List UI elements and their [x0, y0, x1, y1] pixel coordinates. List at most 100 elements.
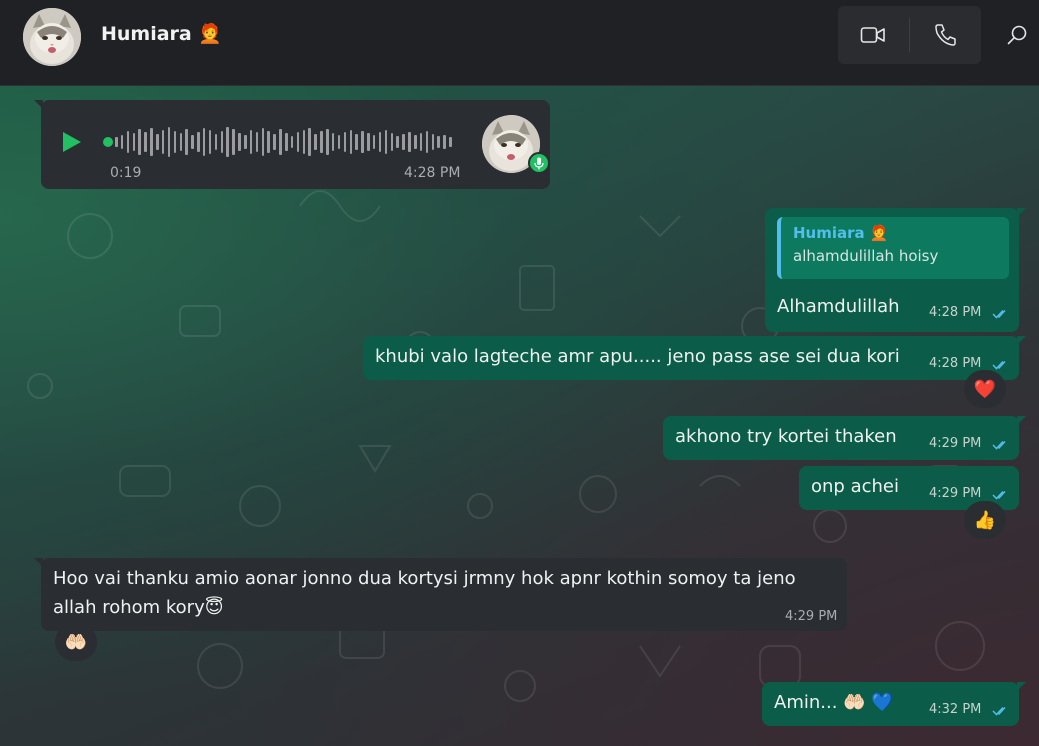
message-text: onp achei	[811, 476, 899, 497]
message-text: Alhamdulillah	[777, 296, 900, 317]
read-ticks-icon	[992, 490, 1006, 500]
waveform-bar	[279, 129, 282, 155]
waveform-bar	[138, 129, 141, 155]
voice-note-bubble[interactable]: 0:19 4:28 PM	[34, 100, 550, 189]
waveform-bar	[126, 131, 130, 153]
waveform-bar	[408, 132, 411, 152]
read-ticks-icon	[992, 440, 1006, 450]
waveform-bar	[144, 132, 147, 152]
waveform-bar	[238, 133, 241, 151]
quoted-message[interactable]: Humiara 🧑‍🦰 alhamdulillah hoisy	[777, 217, 1009, 279]
message-time: 4:28 PM	[929, 356, 982, 371]
waveform-bar	[384, 130, 388, 154]
contact-name[interactable]: Humiara 🧑‍🦰	[101, 22, 222, 45]
microphone-badge	[528, 152, 550, 174]
waveform-bar	[419, 133, 423, 151]
waveform-bar	[437, 136, 440, 148]
message-time: 4:29 PM	[929, 436, 982, 451]
waveform-bar	[314, 134, 317, 150]
message-bubble-outgoing[interactable]: akhono try kortei thaken 4:29 PM	[663, 416, 1026, 460]
contact-name-text: Humiara	[101, 23, 192, 45]
waveform-bar	[161, 130, 165, 154]
waveform-bar	[226, 127, 229, 157]
waveform-bar	[367, 133, 370, 151]
waveform-bar	[443, 135, 446, 149]
quoted-sender-name: Humiara	[793, 224, 865, 242]
message-text: akhono try kortei thaken	[675, 426, 897, 447]
voice-duration: 0:19	[110, 165, 142, 181]
quoted-sender-emoji: 🧑‍🦰	[869, 224, 889, 242]
chat-header: Humiara 🧑‍🦰	[0, 0, 1039, 86]
waveform-bar	[173, 131, 177, 153]
waveform-bar	[202, 128, 206, 156]
message-time: 4:29 PM	[785, 609, 838, 624]
message-text-line2: allah rohom kory😇	[53, 597, 224, 618]
waveform-bar	[285, 133, 288, 151]
voice-call-button[interactable]	[910, 6, 980, 64]
play-icon	[63, 132, 81, 152]
waveform-bar	[449, 137, 452, 147]
search-icon	[1007, 25, 1027, 45]
waveform-bar	[290, 136, 294, 148]
message-time: 4:28 PM	[929, 305, 982, 320]
waveform-bar	[326, 129, 329, 155]
voice-time: 4:28 PM	[404, 165, 461, 181]
message-bubble-incoming[interactable]: Hoo vai thanku amio aonar jonno dua kort…	[34, 558, 847, 631]
chat-area[interactable]: 0:19 4:28 PM	[0, 86, 1039, 746]
waveform-bar	[378, 132, 382, 152]
message-text: khubi valo lagteche amr apu..... jeno pa…	[375, 346, 900, 367]
read-ticks-icon	[992, 360, 1006, 370]
video-camera-icon	[860, 27, 885, 43]
waveform-bar	[308, 128, 311, 156]
waveform-bar	[179, 133, 182, 151]
video-call-button[interactable]	[838, 6, 908, 64]
reaction-badge[interactable]: 👍	[964, 501, 1006, 539]
waveform-bar	[132, 133, 136, 151]
waveform-bar	[355, 134, 358, 150]
waveform-bar	[396, 136, 399, 148]
message-text-line1: Hoo vai thanku amio aonar jonno dua kort…	[53, 568, 796, 589]
waveform-bar	[115, 137, 118, 147]
waveform-bar	[261, 128, 265, 156]
waveform-bar	[214, 134, 218, 150]
waveform-bar	[208, 130, 212, 154]
microphone-icon	[534, 157, 544, 169]
voice-waveform[interactable]	[115, 126, 455, 158]
waveform-bar	[273, 134, 276, 150]
read-ticks-icon	[992, 706, 1006, 716]
waveform-bar	[390, 133, 393, 151]
message-bubble-outgoing[interactable]: Amin... 🤲🏻 💙 4:32 PM	[762, 682, 1026, 726]
reaction-badge[interactable]: 🤲🏻	[55, 623, 97, 661]
waveform-bar	[302, 130, 306, 154]
waveform-bar	[337, 135, 341, 149]
waveform-bar	[255, 132, 259, 152]
read-ticks-icon	[992, 309, 1006, 319]
waveform-bar	[349, 130, 352, 154]
waveform-bar	[244, 135, 247, 149]
waveform-bar	[296, 132, 300, 152]
waveform-bar	[361, 131, 364, 153]
waveform-bar	[249, 130, 253, 154]
message-time: 4:29 PM	[929, 486, 982, 501]
voice-progress-dot[interactable]	[103, 137, 113, 147]
play-button[interactable]	[61, 130, 83, 158]
waveform-bar	[343, 132, 347, 152]
waveform-bar	[120, 135, 124, 149]
waveform-bar	[372, 135, 376, 149]
contact-avatar[interactable]	[23, 8, 81, 66]
quoted-sender: Humiara 🧑‍🦰	[793, 224, 889, 242]
waveform-bar	[331, 133, 335, 151]
contact-emoji: 🧑‍🦰	[198, 23, 223, 45]
waveform-bar	[150, 128, 153, 156]
search-button[interactable]	[1000, 18, 1034, 52]
message-bubble-outgoing[interactable]: Humiara 🧑‍🦰 alhamdulillah hoisy Alhamdul…	[765, 208, 1026, 332]
reaction-badge[interactable]: ❤️	[964, 370, 1006, 408]
waveform-bar	[156, 134, 159, 150]
waveform-bar	[197, 132, 200, 152]
message-time: 4:32 PM	[929, 702, 982, 717]
message-bubble-outgoing[interactable]: khubi valo lagteche amr apu..... jeno pa…	[363, 336, 1026, 380]
message-text: Amin... 🤲🏻 💙	[774, 692, 894, 713]
waveform-bar	[220, 131, 223, 153]
waveform-bar	[320, 131, 323, 153]
waveform-bar	[185, 129, 188, 155]
